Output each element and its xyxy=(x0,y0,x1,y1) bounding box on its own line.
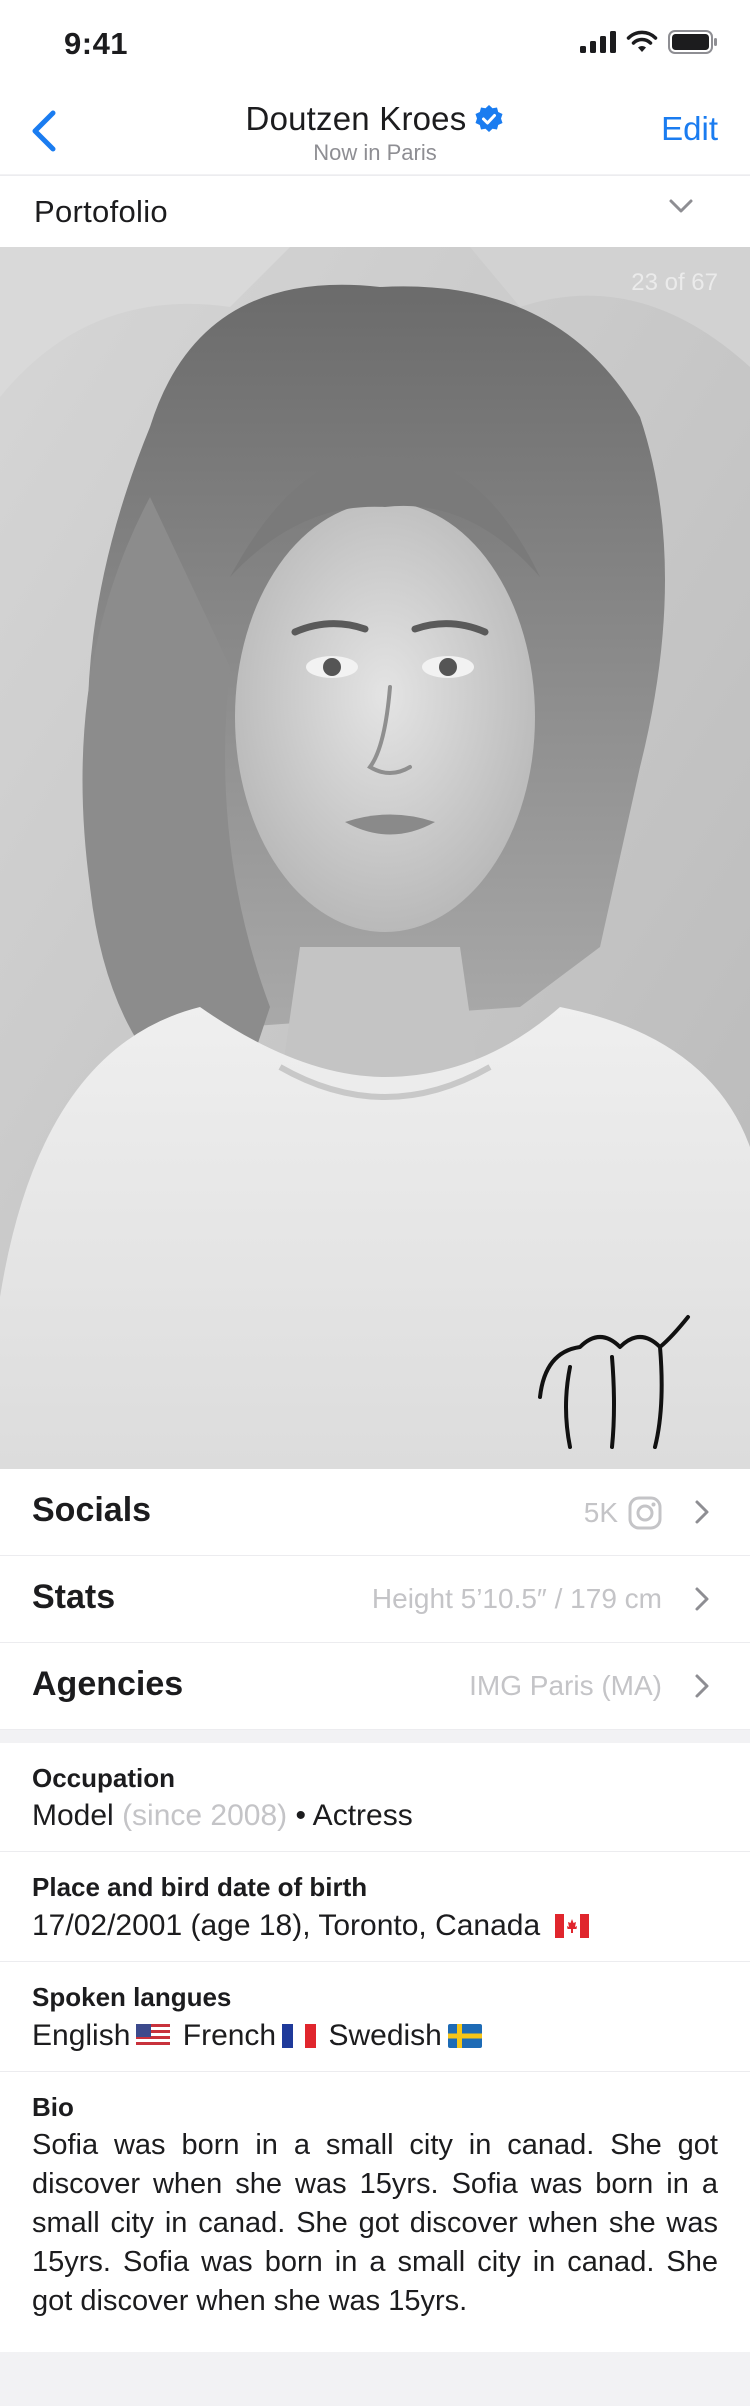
occupation-secondary: • Actress xyxy=(295,1799,413,1832)
occupation-primary: Model xyxy=(32,1799,114,1832)
usa-flag-icon xyxy=(136,2024,171,2048)
profile-name: Doutzen Kroes xyxy=(245,100,467,137)
languages-item: Spoken langues English French Swedish xyxy=(0,1962,750,2072)
photo-counter: 23 of 67 xyxy=(631,269,718,296)
cellular-signal-icon xyxy=(580,31,616,53)
status-icons xyxy=(580,30,718,54)
birth-item: Place and bird date of birth 17/02/2001 … xyxy=(0,1852,750,1962)
language-english: English xyxy=(32,2019,131,2052)
agencies-value: IMG Paris (MA) xyxy=(469,1670,662,1701)
birth-text: 17/02/2001 (age 18), Toronto, Canada xyxy=(32,1909,541,1942)
instagram-icon xyxy=(628,1496,662,1530)
socials-row[interactable]: Socials 5K xyxy=(0,1469,750,1556)
languages-list: English French Swedish xyxy=(32,2019,486,2053)
portrait-image xyxy=(0,247,750,1469)
chevron-right-icon xyxy=(695,1674,709,1698)
occupation-text: Model (since 2008) • Actress xyxy=(32,1799,413,1833)
chevron-down-icon xyxy=(669,199,693,213)
agencies-row[interactable]: Agencies IMG Paris (MA) xyxy=(0,1643,750,1730)
birth-text-row: 17/02/2001 (age 18), Toronto, Canada xyxy=(32,1909,593,1943)
france-flag-icon xyxy=(282,2024,317,2048)
profile-info-section: Occupation Model (since 2008) • Actress … xyxy=(0,1743,750,2352)
socials-label: Socials xyxy=(32,1491,152,1529)
sweden-flag-icon xyxy=(447,2024,482,2048)
verified-badge-icon xyxy=(475,105,503,132)
nav-title-group: Doutzen Kroes Now in Paris xyxy=(0,100,750,166)
occupation-since: (since 2008) xyxy=(122,1799,288,1832)
followers-count: 5K xyxy=(583,1497,618,1528)
portfolio-selector[interactable]: Portofolio xyxy=(0,175,750,247)
occupation-item: Occupation Model (since 2008) • Actress xyxy=(0,1743,750,1852)
stats-row[interactable]: Stats Height 5’10.5″ / 179 cm xyxy=(0,1556,750,1643)
languages-title: Spoken langues xyxy=(32,1982,232,2012)
occupation-title: Occupation xyxy=(32,1763,176,1793)
bio-item: Bio Sofia was born in a small city in ca… xyxy=(0,2072,750,2352)
edit-button[interactable]: Edit xyxy=(661,110,718,148)
status-time: 9:41 xyxy=(64,26,129,61)
chevron-right-icon xyxy=(695,1587,709,1611)
bio-title: Bio xyxy=(32,2092,74,2122)
birth-title: Place and bird date of birth xyxy=(32,1872,368,1902)
status-bar: 9:41 xyxy=(0,0,750,88)
chevron-right-icon xyxy=(695,1500,709,1524)
navigation-bar: Doutzen Kroes Now in Paris Edit xyxy=(0,88,750,174)
portfolio-photo[interactable]: 23 of 67 xyxy=(0,247,750,1469)
stats-value: Height 5’10.5″ / 179 cm xyxy=(371,1583,662,1614)
bio-text: Sofia was born in a small city in canad.… xyxy=(32,2129,718,2317)
wifi-icon xyxy=(626,30,658,52)
language-french: French xyxy=(182,2019,277,2052)
portfolio-label: Portofolio xyxy=(34,194,168,229)
stats-label: Stats xyxy=(32,1578,116,1616)
socials-value: 5K xyxy=(584,1496,662,1530)
language-swedish: Swedish xyxy=(328,2019,442,2052)
battery-icon xyxy=(668,30,717,54)
agencies-label: Agencies xyxy=(32,1665,184,1703)
current-location: Now in Paris xyxy=(313,140,437,165)
canada-flag-icon xyxy=(554,1914,589,1938)
